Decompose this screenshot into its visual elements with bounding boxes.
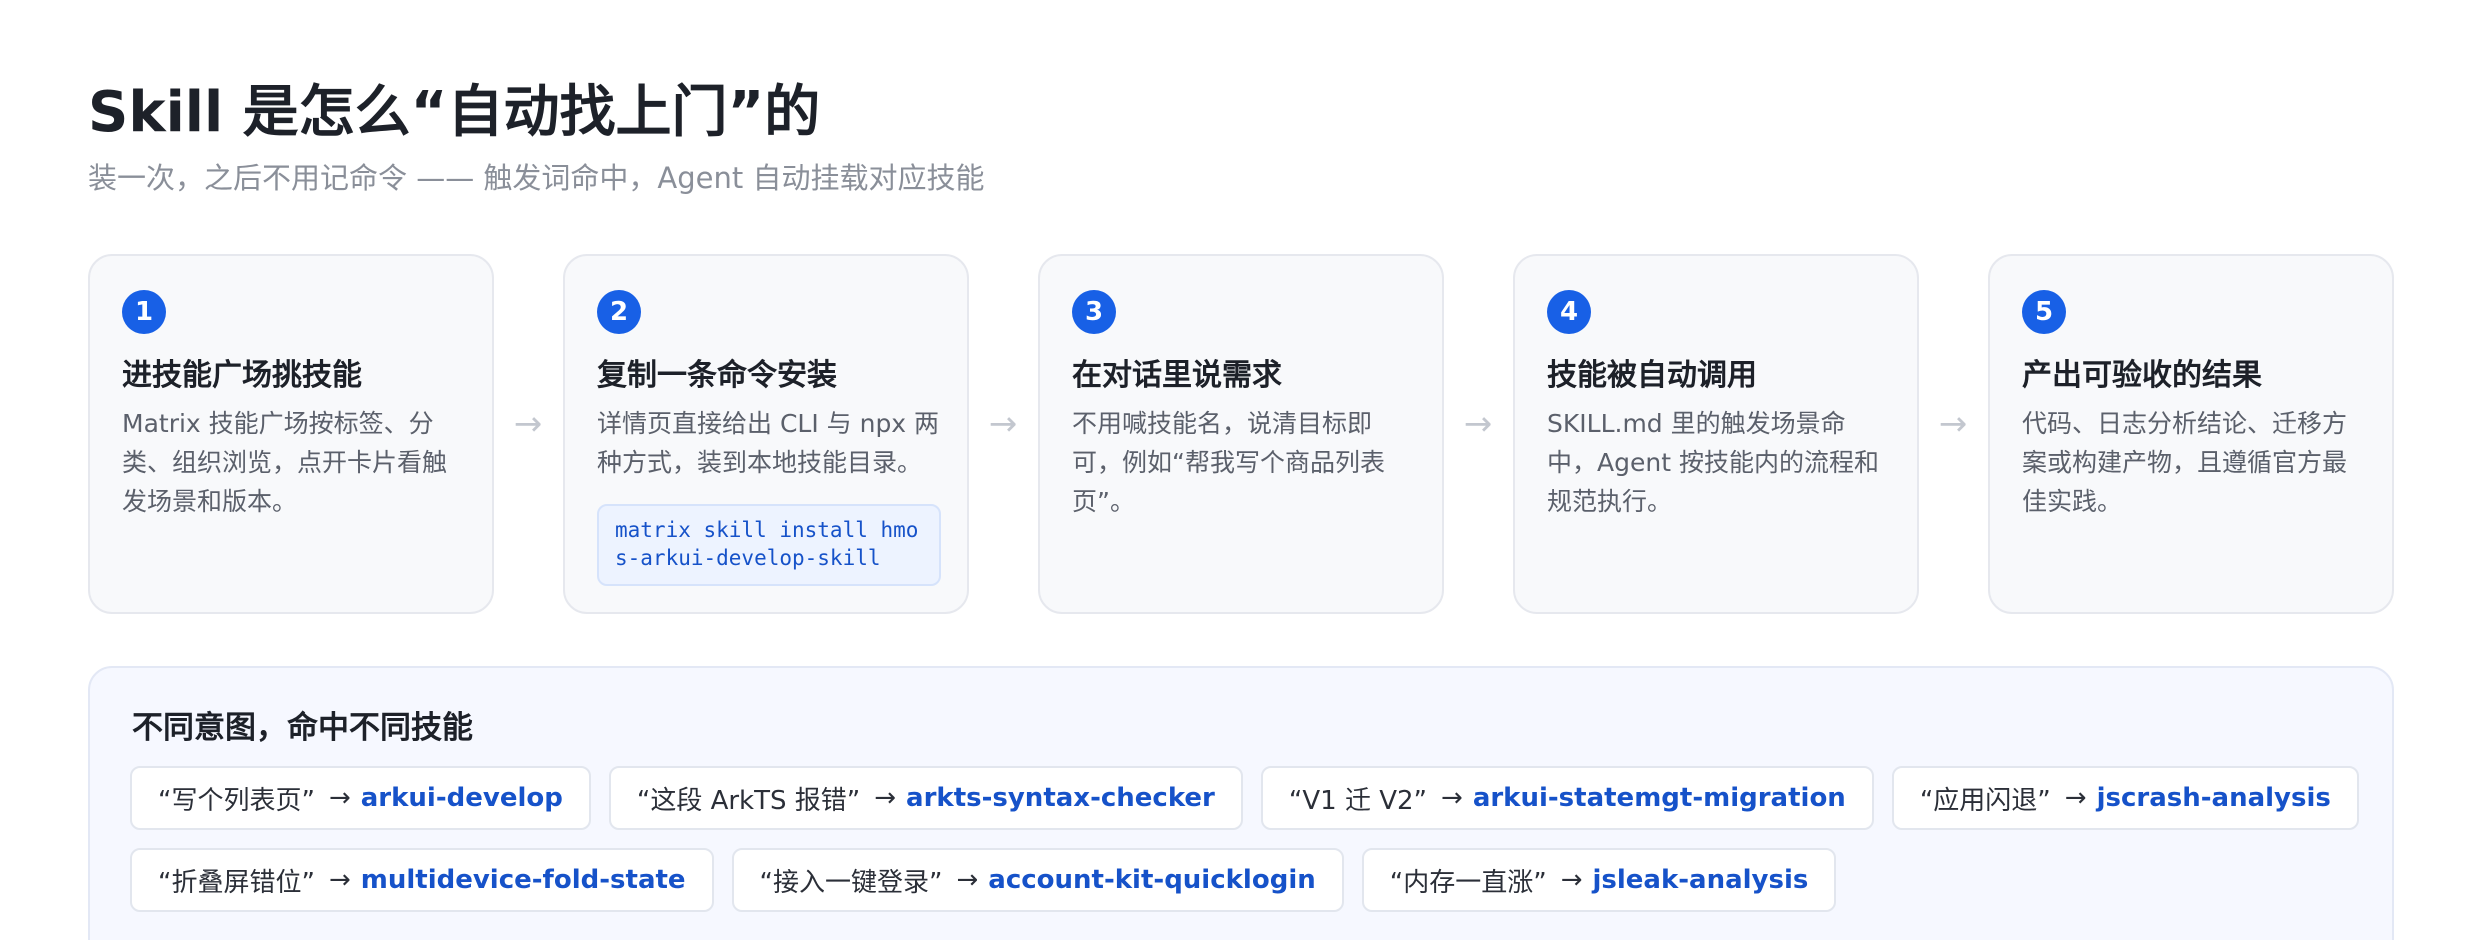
step-title: 复制一条命令安装 xyxy=(597,358,837,393)
skill-name: jsleak-analysis xyxy=(1592,865,1809,895)
step-title: 产出可验收的结果 xyxy=(2022,358,2262,393)
intent-query: “折叠屏错位” xyxy=(158,867,315,898)
intent-query: “接入一键登录” xyxy=(759,867,943,898)
arrow-right-icon: → xyxy=(1463,404,1493,444)
intent-query: “内存一直涨” xyxy=(1389,867,1547,898)
intent-panel-title: 不同意图，命中不同技能 xyxy=(132,710,473,746)
step-card-1: 1 进技能广场挑技能 Matrix 技能广场按标签、分类、组织浏览，点开卡片看触… xyxy=(88,254,494,614)
intent-chip-row: “写个列表页” → arkui-develop “这段 ArkTS 报错” → … xyxy=(130,766,2359,830)
intent-query: “这段 ArkTS 报错” xyxy=(636,785,861,816)
skill-name: arkui-statemgt-migration xyxy=(1472,783,1846,813)
step-title: 在对话里说需求 xyxy=(1072,358,1282,393)
intent-chip[interactable]: “写个列表页” → arkui-develop xyxy=(130,766,591,830)
intent-chip-row: “折叠屏错位” → multidevice-fold-state “接入一键登录… xyxy=(130,848,1837,912)
arrow-right-icon: → xyxy=(2064,783,2087,813)
skill-name: arkts-syntax-checker xyxy=(906,783,1215,813)
step-title: 进技能广场挑技能 xyxy=(122,358,362,393)
step-number-badge: 5 xyxy=(2022,290,2066,334)
intent-chip[interactable]: “应用闪退” → jscrash-analysis xyxy=(1891,766,2359,830)
arrow-right-icon: → xyxy=(328,783,351,813)
arrow-right-icon: → xyxy=(956,865,979,895)
install-command-code[interactable]: matrix skill install hmos-arkui-develop-… xyxy=(597,504,941,586)
intent-query: “应用闪退” xyxy=(1919,785,2051,816)
step-description: 详情页直接给出 CLI 与 npx 两种方式，装到本地技能目录。 xyxy=(597,409,940,477)
step-card-5: 5 产出可验收的结果 代码、日志分析结论、迁移方案或构建产物，且遵循官方最佳实践… xyxy=(1988,254,2394,614)
step-title: 技能被自动调用 xyxy=(1547,358,1757,393)
arrow-right-icon: → xyxy=(1441,783,1463,813)
skill-name: arkui-develop xyxy=(360,783,563,813)
step-number-badge: 4 xyxy=(1547,290,1591,334)
step-description: SKILL.md 里的触发场景命中，Agent 按技能内的流程和规范执行。 xyxy=(1547,409,1879,516)
arrow-right-icon: → xyxy=(328,865,351,895)
intent-chip[interactable]: “这段 ArkTS 报错” → arkts-syntax-checker xyxy=(608,766,1243,830)
arrow-right-icon: → xyxy=(874,783,897,813)
step-description: 代码、日志分析结论、迁移方案或构建产物，且遵循官方最佳实践。 xyxy=(2022,409,2348,516)
page-title: Skill 是怎么“自动找上门”的 xyxy=(88,80,821,145)
intent-chip[interactable]: “折叠屏错位” → multidevice-fold-state xyxy=(130,848,714,912)
intent-mapping-panel: 不同意图，命中不同技能 “写个列表页” → arkui-develop “这段 … xyxy=(88,666,2394,940)
step-card-3: 3 在对话里说需求 不用喊技能名，说清目标即可，例如“帮我写个商品列表页”。 xyxy=(1038,254,1444,614)
step-card-2: 2 复制一条命令安装 详情页直接给出 CLI 与 npx 两种方式，装到本地技能… xyxy=(563,254,969,614)
step-number-badge: 2 xyxy=(597,290,641,334)
intent-chip[interactable]: “内存一直涨” → jsleak-analysis xyxy=(1361,848,1837,912)
intent-chip[interactable]: “V1 迁 V2” → arkui-statemgt-migration xyxy=(1260,766,1874,830)
page-subtitle: 装一次，之后不用记命令 —— 触发词命中，Agent 自动挂载对应技能 xyxy=(88,161,985,195)
arrow-right-icon: → xyxy=(513,404,543,444)
intent-query: “写个列表页” xyxy=(158,785,315,816)
arrow-right-icon: → xyxy=(1938,404,1968,444)
skill-name: account-kit-quicklogin xyxy=(988,865,1316,895)
arrow-right-icon: → xyxy=(988,404,1018,444)
step-description: Matrix 技能广场按标签、分类、组织浏览，点开卡片看触发场景和版本。 xyxy=(122,409,448,516)
step-number-badge: 3 xyxy=(1072,290,1116,334)
skill-name: jscrash-analysis xyxy=(2096,783,2331,813)
arrow-right-icon: → xyxy=(1560,865,1583,895)
steps-flow: 1 进技能广场挑技能 Matrix 技能广场按标签、分类、组织浏览，点开卡片看触… xyxy=(88,254,2394,614)
intent-query: “V1 迁 V2” xyxy=(1288,785,1428,816)
intent-chip[interactable]: “接入一键登录” → account-kit-quicklogin xyxy=(731,848,1344,912)
step-description: 不用喊技能名，说清目标即可，例如“帮我写个商品列表页”。 xyxy=(1072,409,1385,516)
step-number-badge: 1 xyxy=(122,290,166,334)
step-card-4: 4 技能被自动调用 SKILL.md 里的触发场景命中，Agent 按技能内的流… xyxy=(1513,254,1919,614)
skill-name: multidevice-fold-state xyxy=(360,865,686,895)
